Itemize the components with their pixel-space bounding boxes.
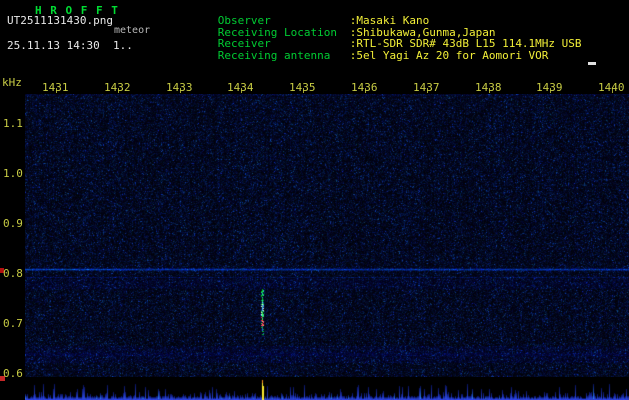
- time-tick-mark: [56, 88, 57, 93]
- antenna-label: Receiving antenna: [218, 50, 350, 62]
- info-row-observer: Observer:Masaki Kano: [178, 3, 582, 15]
- freq-axis-label: 0.6: [3, 368, 23, 379]
- time-tick-mark: [241, 88, 242, 93]
- hrofft-screen: H R O F F T UT2511131430.png meteor 25.1…: [0, 0, 629, 400]
- freq-axis-label: 1.0: [3, 168, 23, 179]
- time-tick-mark: [303, 88, 304, 93]
- time-tick-mark: [550, 88, 551, 93]
- time-tick-mark: [180, 88, 181, 93]
- time-tick-mark: [489, 88, 490, 93]
- station-info: Observer:Masaki Kano Receiving Location:…: [178, 3, 582, 50]
- observer-label: Observer: [218, 15, 350, 27]
- freq-axis-label: 0.8: [3, 268, 23, 279]
- output-filename: UT2511131430.png: [7, 14, 113, 27]
- freq-axis-label: 0.7: [3, 318, 23, 329]
- signal-level-meter: [25, 379, 629, 400]
- time-tick-mark: [365, 88, 366, 93]
- time-tick-mark: [612, 88, 613, 93]
- datetime-text: 25.11.13 14:30 1..: [7, 39, 133, 52]
- time-tick-mark: [118, 88, 119, 93]
- antenna-value: :5el Yagi Az 20 for Aomori VOR: [350, 49, 549, 62]
- time-tick-mark: [427, 88, 428, 93]
- freq-axis-unit: kHz: [2, 76, 22, 89]
- spectrogram-display: [25, 94, 629, 377]
- freq-axis-label: 0.9: [3, 218, 23, 229]
- freq-axis-label: 1.1: [3, 118, 23, 129]
- white-marker: [588, 62, 596, 65]
- band-label: meteor: [114, 25, 150, 36]
